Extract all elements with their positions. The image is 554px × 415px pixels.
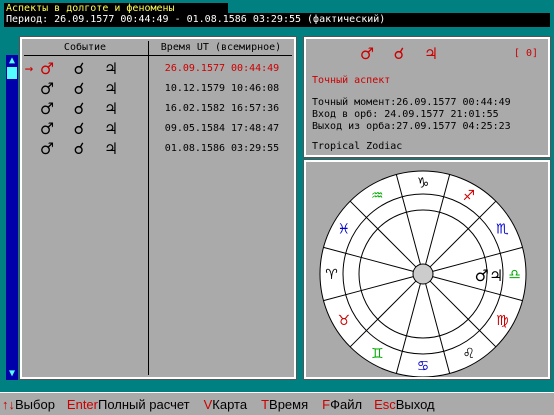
aries-icon: ♈ — [325, 267, 338, 283]
mars-icon: ♂ — [39, 139, 55, 158]
jupiter-icon: ♃ — [103, 139, 119, 158]
jupiter-icon: ♃ — [103, 59, 119, 78]
aspect-name: Точный аспект — [312, 75, 391, 86]
mars-icon: ♂ — [39, 119, 55, 138]
table-row[interactable]: ♂ ☌ ♃ 09.05.1584 17:48:47 — [22, 119, 294, 139]
conjunction-icon: ☌ — [73, 59, 85, 78]
hint-label: Карта — [212, 396, 248, 412]
selection-arrow-icon: → — [24, 61, 34, 77]
conjunction-icon: ☌ — [73, 99, 85, 118]
table-row[interactable]: ♂ ☌ ♃ 10.12.1579 10:46:08 — [22, 79, 294, 99]
conjunction-icon: ☌ — [73, 79, 85, 98]
column-header-event: Событие — [63, 42, 107, 53]
hint-exit[interactable]: EscВыход — [374, 397, 435, 412]
hint-label: Выход — [395, 396, 435, 412]
zodiac-wheel[interactable]: ♑ ♐ ♏ ♎ ♍ ♌ ♋ ♊ ♉ ♈ ♓ ♒ ♂♃ — [306, 162, 548, 377]
aquarius-icon: ♒ — [371, 188, 384, 204]
hint-file[interactable]: FФайл — [322, 397, 362, 412]
jupiter-icon: ♃ — [103, 119, 119, 138]
orb-value: [ 0] — [513, 48, 538, 59]
hotkey-bar: ↑↓Выбор EnterПолный расчет VКарта TВремя… — [0, 392, 554, 415]
libra-icon: ♎ — [508, 267, 521, 283]
hint-key: ↑↓ — [2, 396, 15, 412]
event-time: 01.08.1586 03:29:55 — [164, 143, 280, 154]
mars-icon: ♂ — [39, 99, 55, 118]
hint-key: Enter — [66, 396, 98, 412]
hint-time[interactable]: TВремя — [261, 397, 308, 412]
column-header-time: Время UT (всемирное) — [160, 42, 282, 53]
capricorn-icon: ♑ — [417, 176, 430, 192]
wheel-center-hub — [412, 263, 434, 285]
event-time: 26.09.1577 00:44:49 — [164, 63, 280, 74]
hint-label: Время — [269, 396, 309, 412]
period-label: Период: 26.09.1577 00:44:49 - 01.08.1586… — [4, 13, 550, 27]
conjunction-icon: ☌ — [393, 44, 405, 63]
gemini-icon: ♊ — [371, 346, 384, 362]
hint-map[interactable]: VКарта — [204, 397, 247, 412]
zodiac-type: Tropical Zodiac — [312, 141, 403, 152]
hint-key: Esc — [374, 396, 396, 412]
mars-icon: ♂ — [39, 59, 55, 78]
jupiter-icon: ♃ — [103, 99, 119, 118]
event-time: 10.12.1579 10:46:08 — [164, 83, 280, 94]
aspect-info-panel: ♂ ☌ ♃ [ 0] Точный аспект Точный момент:2… — [303, 36, 551, 158]
leo-icon: ♌ — [462, 346, 475, 362]
hint-key: T — [261, 396, 270, 412]
hint-label: Полный расчет — [98, 396, 190, 412]
main-window: Аспекты в долготе и феномены Период: 26.… — [0, 0, 554, 415]
table-row[interactable]: → ♂ ☌ ♃ 26.09.1577 00:44:49 — [22, 59, 294, 79]
sagittarius-icon: ♐ — [462, 188, 475, 204]
table-row[interactable]: ♂ ☌ ♃ 16.02.1582 16:57:36 — [22, 99, 294, 119]
scorpio-icon: ♏ — [496, 221, 509, 237]
hint-label: Файл — [330, 396, 363, 412]
hint-label: Выбор — [15, 396, 55, 412]
scroll-thumb[interactable] — [7, 67, 17, 79]
jupiter-icon: ♃ — [103, 79, 119, 98]
conjunction-icon: ☌ — [73, 139, 85, 158]
hint-key: F — [322, 396, 331, 412]
event-time: 16.02.1582 16:57:36 — [164, 103, 280, 114]
scroll-up-arrow-icon[interactable]: ▲ — [6, 55, 18, 67]
mars-icon: ♂ — [39, 79, 55, 98]
table-row[interactable]: ♂ ☌ ♃ 01.08.1586 03:29:55 — [22, 139, 294, 159]
hint-full-calc[interactable]: EnterПолный расчет — [67, 397, 190, 412]
pisces-icon: ♓ — [337, 221, 350, 237]
planet-glyph-icon: ♂♃ — [475, 266, 504, 285]
mars-icon: ♂ — [359, 44, 375, 63]
taurus-icon: ♉ — [337, 313, 350, 329]
orb-exit: Выход из орба:27.09.1577 04:25:23 — [312, 121, 511, 132]
virgo-icon: ♍ — [496, 313, 509, 329]
scroll-down-arrow-icon[interactable]: ▼ — [6, 368, 18, 380]
vertical-scrollbar[interactable]: ▲ ▼ — [6, 55, 18, 380]
jupiter-icon: ♃ — [423, 44, 439, 63]
hint-select[interactable]: ↑↓Выбор — [2, 397, 55, 412]
orb-entry: Вход в орб: 24.09.1577 21:01:55 — [312, 109, 499, 120]
event-time: 09.05.1584 17:48:47 — [164, 123, 280, 134]
zodiac-wheel-panel: ♑ ♐ ♏ ♎ ♍ ♌ ♋ ♊ ♉ ♈ ♓ ♒ ♂♃ — [303, 159, 551, 380]
cancer-icon: ♋ — [417, 359, 430, 375]
hint-key: V — [203, 396, 213, 412]
events-table: Событие Время UT (всемирное) → ♂ ☌ ♃ 26.… — [19, 36, 297, 380]
exact-moment: Точный момент:26.09.1577 00:44:49 — [312, 97, 511, 108]
conjunction-icon: ☌ — [73, 119, 85, 138]
header-divider — [24, 55, 292, 56]
